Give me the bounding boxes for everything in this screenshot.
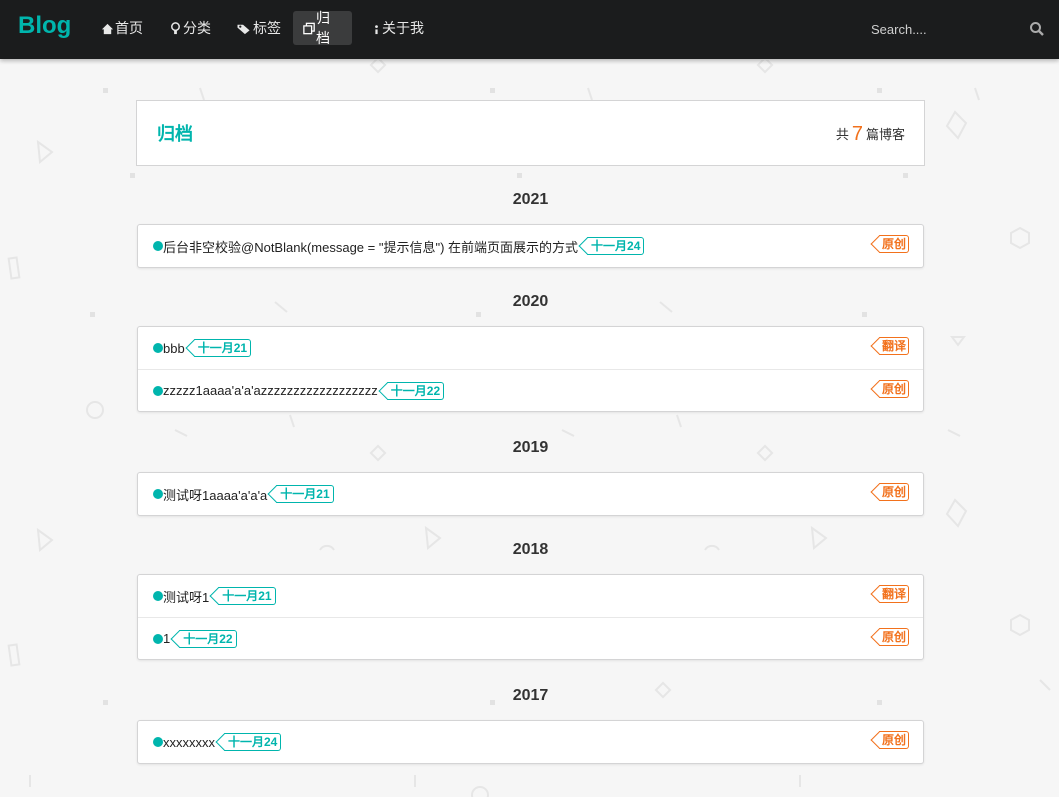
- type-tag: 原创: [878, 628, 909, 646]
- search-input[interactable]: [862, 15, 1022, 43]
- nav-label-category: 分类: [183, 20, 211, 36]
- date-label: 十一月21: [280, 487, 330, 501]
- archive-item[interactable]: 测试呀1aaaa'a'a'a 十一月21 原创: [138, 473, 923, 515]
- year-heading: 2020: [512, 293, 549, 310]
- idea-icon: [171, 21, 180, 34]
- date-tag: 十一月21: [276, 485, 334, 503]
- archive-item[interactable]: 后台非空校验@NotBlank(message = "提示信息") 在前端页面展…: [138, 225, 923, 267]
- year-group-2018: 测试呀1 十一月21 翻译 1 十一月22 原创: [137, 574, 924, 660]
- top-navbar: Blog 首页 分类 标签 归档 关于我: [0, 0, 1059, 59]
- count-prefix: 共: [835, 126, 849, 142]
- bullet-dot: [153, 591, 163, 601]
- date-label: 十一月21: [222, 589, 272, 603]
- date-tag: 十一月24: [587, 237, 645, 255]
- date-label: 十一月22: [390, 383, 441, 398]
- nav-item-tags[interactable]: 标签: [226, 11, 291, 45]
- bullet-dot: [153, 489, 163, 499]
- type-label: 原创: [881, 630, 906, 644]
- search-icon[interactable]: [1029, 21, 1045, 37]
- type-label: 原创: [881, 237, 906, 251]
- count-number: 7: [851, 122, 863, 145]
- type-tag: 原创: [878, 731, 909, 749]
- brand-logo[interactable]: Blog: [18, 12, 71, 40]
- nav-item-home[interactable]: 首页: [91, 11, 153, 45]
- archive-header: 归档 共 7 篇博客: [136, 100, 925, 166]
- nav-label-archive: 归档: [316, 10, 331, 46]
- year-group-2021: 后台非空校验@NotBlank(message = "提示信息") 在前端页面展…: [137, 224, 924, 268]
- archive-item[interactable]: bbb 十一月21 翻译: [138, 327, 923, 369]
- bullet-dot: [153, 737, 163, 747]
- type-label: 翻译: [881, 587, 906, 601]
- date-label: 十一月24: [591, 239, 641, 253]
- type-tag: 原创: [878, 235, 909, 253]
- post-title[interactable]: 后台非空校验@NotBlank(message = "提示信息") 在前端页面展…: [163, 237, 578, 256]
- bullet-dot: [153, 385, 163, 396]
- type-tag: 翻译: [878, 337, 909, 355]
- page-title: 归档: [157, 124, 193, 144]
- date-label: 十一月22: [183, 631, 233, 646]
- date-tag: 十一月21: [193, 339, 252, 357]
- nav-item-category[interactable]: 分类: [159, 11, 221, 45]
- home-icon: [101, 23, 114, 34]
- tags-icon: [237, 24, 250, 34]
- year-group-2017: xxxxxxxx 十一月24 原创: [137, 720, 924, 764]
- date-tag: 十一月21: [218, 587, 276, 605]
- post-title[interactable]: xxxxxxxx: [163, 735, 215, 750]
- year-heading: 2017: [512, 687, 549, 704]
- clone-icon: [303, 22, 315, 34]
- bullet-dot: [153, 633, 163, 644]
- date-tag: 十一月22: [386, 381, 445, 400]
- blog-count: 共 7 篇博客: [836, 122, 905, 145]
- nav-item-archive[interactable]: 归档: [293, 10, 352, 46]
- post-title[interactable]: 测试呀1: [163, 587, 209, 606]
- nav-label-about: 关于我: [382, 20, 424, 36]
- year-group-2019: 测试呀1aaaa'a'a'a 十一月21 原创: [137, 472, 924, 516]
- bullet-dot: [153, 241, 163, 251]
- search-box: [862, 14, 1052, 44]
- archive-item[interactable]: 1 十一月22 原创: [138, 617, 923, 659]
- type-label: 翻译: [881, 339, 906, 353]
- type-tag: 原创: [878, 380, 909, 398]
- type-tag: 翻译: [878, 585, 909, 603]
- info-icon: [375, 24, 378, 34]
- date-tag: 十一月22: [179, 629, 237, 648]
- date-tag: 十一月24: [224, 733, 282, 751]
- archive-item[interactable]: 测试呀1 十一月21 翻译: [138, 575, 923, 617]
- type-tag: 原创: [878, 483, 909, 501]
- nav-item-about[interactable]: 关于我: [362, 11, 434, 45]
- bullet-dot: [153, 343, 163, 353]
- date-label: 十一月24: [228, 735, 278, 749]
- archive-item[interactable]: zzzzz1aaaa'a'a'azzzzzzzzzzzzzzzzzz 十一月22…: [138, 369, 923, 411]
- year-heading: 2021: [512, 191, 549, 208]
- type-label: 原创: [881, 485, 906, 499]
- post-title[interactable]: bbb: [163, 341, 185, 356]
- archive-item[interactable]: xxxxxxxx 十一月24 原创: [138, 721, 923, 763]
- date-label: 十一月21: [197, 341, 248, 355]
- post-title[interactable]: 测试呀1aaaa'a'a'a: [163, 485, 267, 504]
- nav-label-tags: 标签: [253, 20, 281, 36]
- year-heading: 2019: [512, 439, 549, 456]
- type-label: 原创: [881, 382, 906, 396]
- nav-label-home: 首页: [115, 20, 143, 36]
- year-heading: 2018: [512, 541, 549, 558]
- count-suffix: 篇博客: [865, 126, 905, 142]
- type-label: 原创: [881, 733, 906, 747]
- post-title[interactable]: zzzzz1aaaa'a'a'azzzzzzzzzzzzzzzzzz: [163, 383, 378, 398]
- year-group-2020: bbb 十一月21 翻译 zzzzz1aaaa'a'a'azzzzzzzzzzz…: [137, 326, 924, 412]
